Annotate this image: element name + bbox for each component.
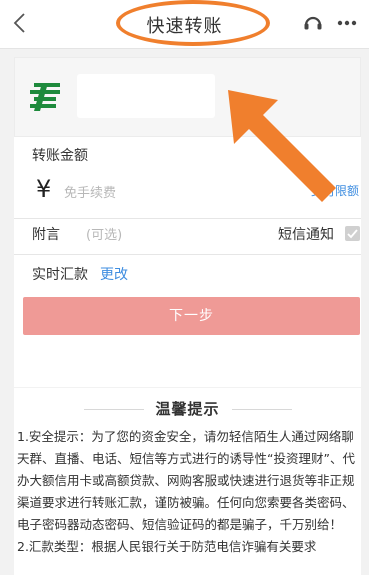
- memo-input[interactable]: [86, 226, 196, 244]
- sms-notify-label: 短信通知: [278, 227, 334, 243]
- more-dots-icon[interactable]: [336, 12, 358, 34]
- remittance-mode-label: 实时汇款: [32, 267, 88, 283]
- annotation-ellipse: [116, 0, 270, 46]
- annotation-arrow-icon: [228, 90, 336, 202]
- divider: [232, 409, 292, 410]
- next-step-button[interactable]: 下一步: [23, 297, 360, 335]
- currency-symbol: ¥: [36, 175, 52, 203]
- sms-notify-checkbox[interactable]: [345, 226, 360, 241]
- tips-section: 温馨提示 1.安全提示：为了您的资金安全，请勿轻信陌生人通过网络聊天群、直播、电…: [14, 388, 361, 575]
- tips-content: 1.安全提示：为了您的资金安全，请勿轻信陌生人通过网络聊天群、直播、电话、短信等…: [17, 426, 358, 558]
- postal-savings-bank-logo: [30, 83, 60, 111]
- memo-label: 附言: [32, 227, 60, 243]
- tip-item: 2.汇款类型：根据人民银行关于防范电信诈骗有关要求: [17, 539, 317, 554]
- divider: [14, 254, 361, 255]
- account-name-field: [77, 74, 215, 118]
- tips-title: 温馨提示: [155, 400, 220, 418]
- change-mode-link[interactable]: 更改: [100, 264, 128, 284]
- amount-label: 转账金额: [32, 148, 88, 164]
- nav-bar: 快速转账: [0, 0, 369, 49]
- amount-input[interactable]: [64, 183, 214, 203]
- checkmark-icon: [347, 229, 358, 239]
- customer-service-icon[interactable]: [302, 12, 324, 34]
- tip-item: 1.安全提示：为了您的资金安全，请勿轻信陌生人通过网络聊天群、直播、电话、短信等…: [17, 429, 355, 532]
- divider: [14, 218, 361, 219]
